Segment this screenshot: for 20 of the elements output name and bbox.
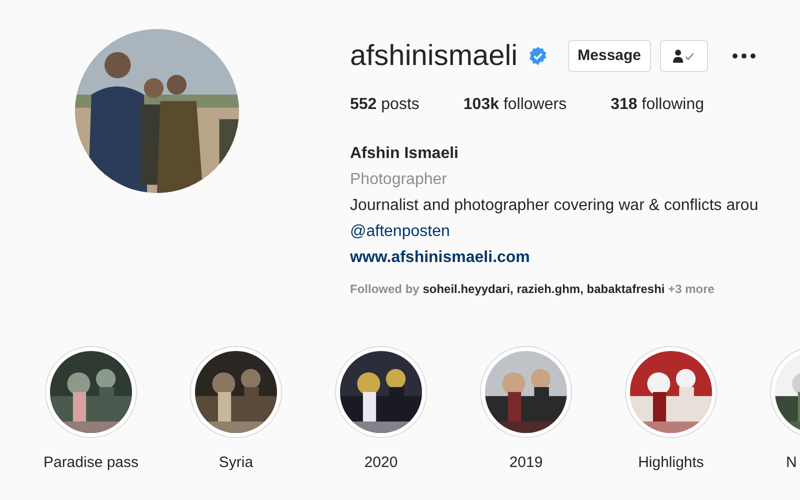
username: afshinismaeli <box>350 42 518 70</box>
highlight-label[interactable]: Paradise pass <box>43 452 139 474</box>
category-label: Photographer <box>350 170 448 190</box>
mention-link[interactable]: @aftenposten <box>350 223 450 240</box>
message-button[interactable]: Message <box>568 40 652 72</box>
profile-stat[interactable]: 318 following <box>610 93 704 117</box>
more-icon <box>732 53 756 59</box>
highlight-label[interactable]: N <box>786 452 797 474</box>
highlight-label[interactable]: 2020 <box>364 452 398 474</box>
full-name: Afshin Ismaeli <box>350 144 460 164</box>
bio-text: Journalist and photographer covering war & conflicts arou <box>350 196 760 216</box>
website-link[interactable]: www.afshinismaeli.com <box>350 249 530 266</box>
highlight-label[interactable]: Syria <box>218 452 254 474</box>
highlight-label[interactable]: Highlights <box>638 452 704 474</box>
highlight-label[interactable]: 2019 <box>509 452 543 474</box>
profile-stat[interactable]: 552 posts <box>350 93 420 117</box>
following-button[interactable] <box>660 40 708 72</box>
followed-by-text[interactable]: Followed by soheil.heyydari, razieh.ghm, babaktafreshi +3 more <box>350 280 760 298</box>
profile-stat[interactable]: 103k followers <box>463 93 567 117</box>
person-check-icon <box>673 49 696 63</box>
